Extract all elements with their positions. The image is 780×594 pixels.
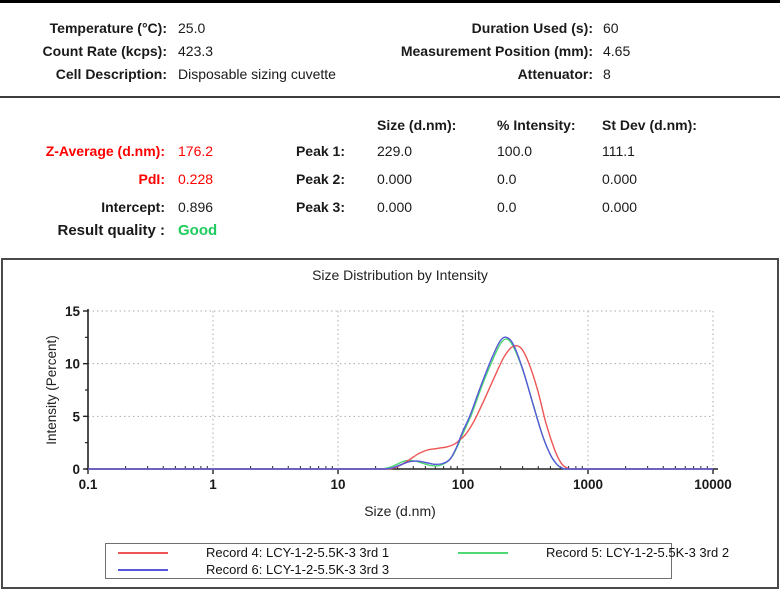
legend-item-record-5: Record 5: LCY-1-2-5.5K-3 3rd 2 (446, 545, 729, 560)
z-average-label: Z-Average (d.nm): (45, 143, 165, 159)
top-border-rule (0, 0, 780, 3)
cell-description-label: Cell Description: (55, 66, 167, 82)
x-axis-title: Size (d.nm) (364, 503, 436, 519)
legend-label: Record 4: LCY-1-2-5.5K-3 3rd 1 (206, 545, 390, 560)
peak-1-size: 229.0 (377, 143, 413, 159)
attenuator-label: Attenuator: (517, 66, 593, 82)
peak-header-size: Size (d.nm): (377, 117, 457, 133)
measurement-position-label: Measurement Position (mm): (400, 43, 593, 59)
result-quality-label: Result quality : (57, 222, 165, 239)
peak-3-size: 0.000 (377, 199, 413, 215)
peak-3-label: Peak 3: (295, 199, 345, 215)
peak-3-intensity: 0.0 (497, 199, 517, 215)
peak-1-label: Peak 1: (295, 143, 345, 159)
pdi-value: 0.228 (178, 171, 214, 187)
temperature-value: 25.0 (178, 20, 206, 36)
section-divider-rule (0, 96, 780, 98)
peak-2-size: 0.000 (377, 171, 413, 187)
count-rate-label: Count Rate (kcps): (42, 43, 167, 59)
count-rate-value: 423.3 (178, 43, 214, 59)
legend-label: Record 5: LCY-1-2-5.5K-3 3rd 2 (546, 545, 730, 560)
legend-item-record-6: Record 6: LCY-1-2-5.5K-3 3rd 3 (106, 562, 446, 577)
z-average-value: 176.2 (178, 143, 214, 159)
temperature-label: Temperature (°C): (49, 20, 167, 36)
peak-header-stdev: St Dev (d.nm): (602, 117, 697, 133)
chart-legend: Record 4: LCY-1-2-5.5K-3 3rd 1 Record 5: … (105, 543, 729, 579)
pdi-label: PdI: (138, 171, 165, 187)
peak-2-label: Peak 2: (295, 171, 345, 187)
legend-line-sample (118, 568, 168, 571)
peak-3-stdev: 0.000 (602, 199, 638, 215)
result-quality-value: Good (178, 222, 218, 239)
peak-1-intensity: 100.0 (497, 143, 533, 159)
legend-line-sample (458, 551, 508, 554)
peak-header-intensity: % Intensity: (497, 117, 576, 133)
legend-line-sample (118, 551, 168, 554)
peak-2-intensity: 0.0 (497, 171, 517, 187)
peak-1-stdev: 111.1 (602, 143, 635, 159)
peak-2-stdev: 0.000 (602, 171, 638, 187)
legend-label: Record 6: LCY-1-2-5.5K-3 3rd 3 (206, 562, 390, 577)
duration-used-label: Duration Used (s): (471, 20, 593, 36)
intercept-value: 0.896 (178, 199, 214, 215)
intercept-label: Intercept: (101, 199, 165, 215)
attenuator-value: 8 (603, 66, 611, 82)
dls-report-page: Temperature (°C): 25.0 Count Rate (kcps)… (0, 0, 780, 594)
chart-frame (1, 258, 779, 589)
legend-item-record-4: Record 4: LCY-1-2-5.5K-3 3rd 1 (106, 545, 446, 560)
measurement-position-value: 4.65 (603, 43, 631, 59)
duration-used-value: 60 (603, 20, 619, 36)
chart-title: Size Distribution by Intensity (312, 267, 488, 283)
